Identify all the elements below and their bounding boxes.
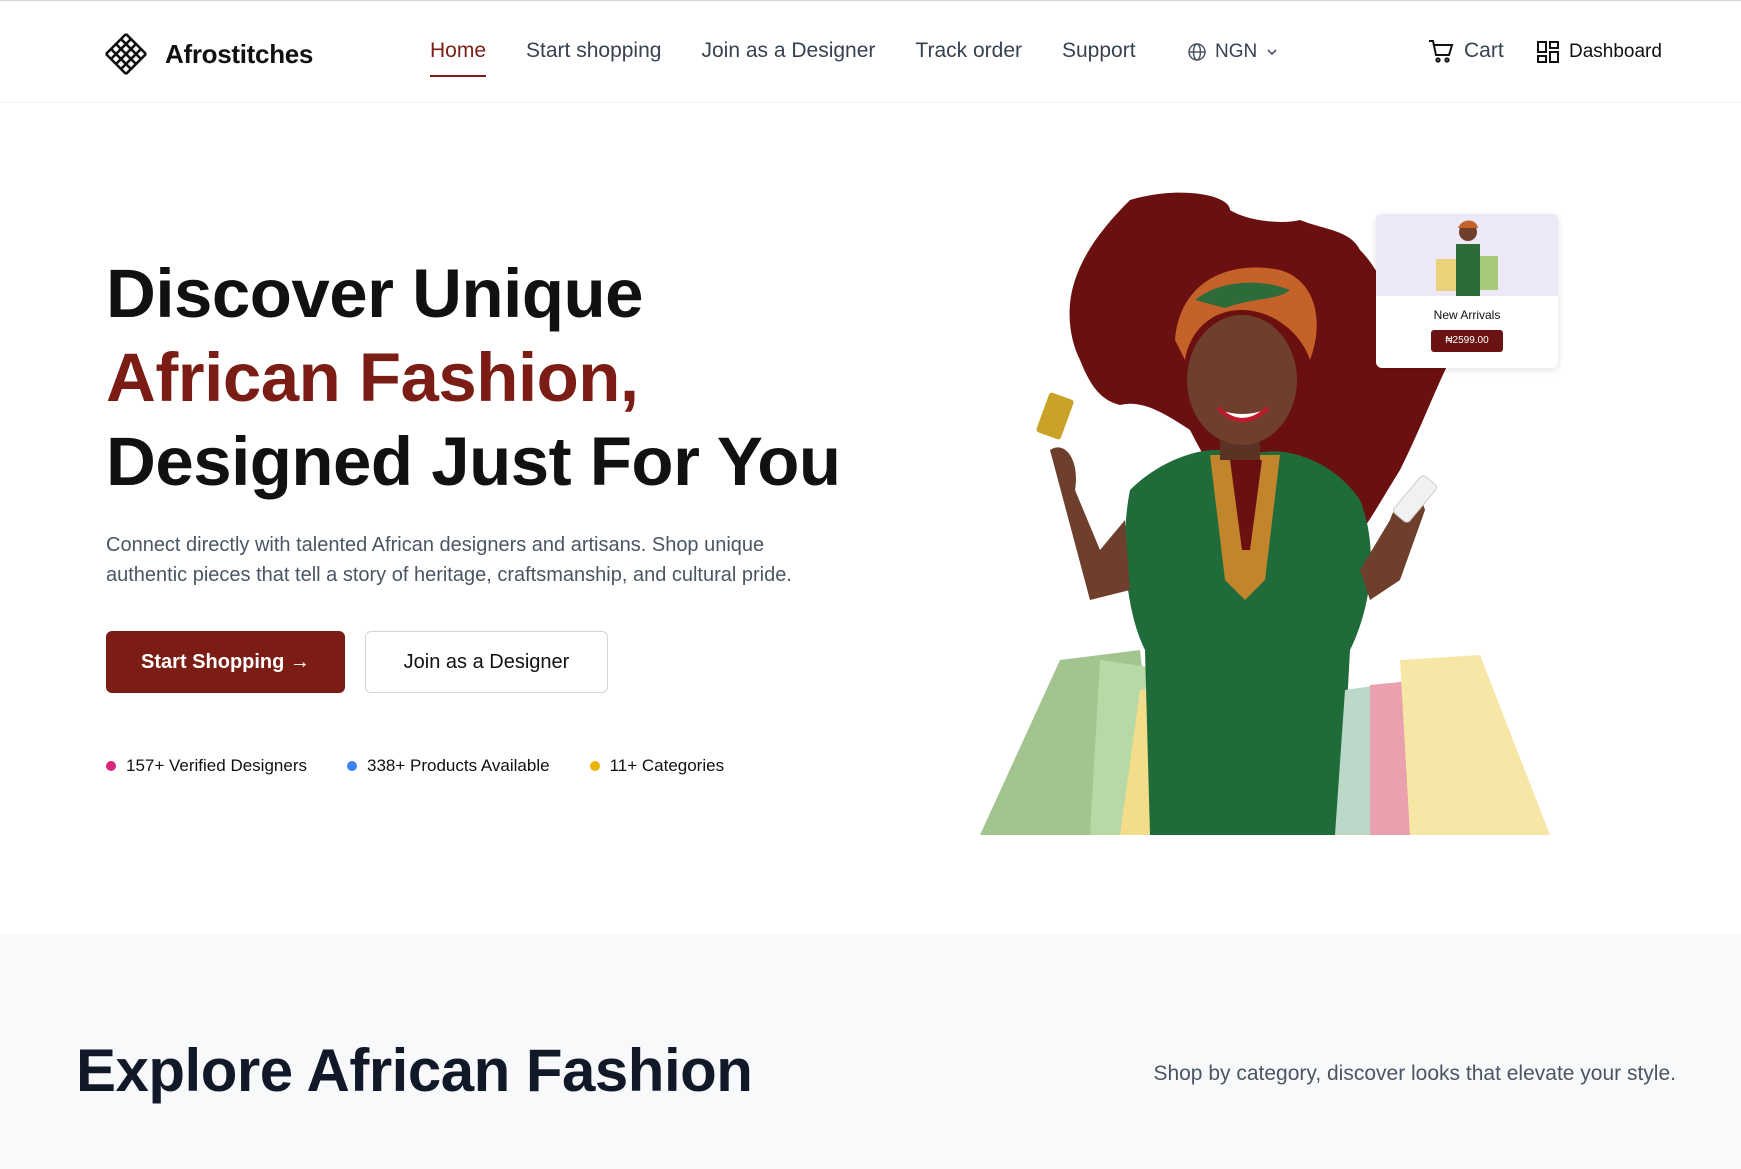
explore-title: Explore African Fashion (76, 1037, 753, 1104)
nav-support[interactable]: Support (1062, 39, 1136, 77)
nav-track-order[interactable]: Track order (915, 39, 1022, 77)
hero-stats: 157+ Verified Designers 338+ Products Av… (106, 756, 724, 776)
hero-title-line-1: Discover Unique (106, 255, 643, 332)
hero-title: Discover Unique African Fashion, Designe… (106, 252, 841, 504)
new-arrivals-title: New Arrivals (1433, 308, 1501, 322)
stat-designers-label: 157+ Verified Designers (126, 756, 307, 775)
dashboard-grid-icon (1537, 41, 1559, 63)
nav-home[interactable]: Home (430, 39, 487, 77)
credit-card-icon (1036, 392, 1074, 440)
site-header: Afrostitches Home Start shopping Join as… (0, 0, 1741, 103)
stat-categories: 11+ Categories (589, 756, 725, 776)
face (1187, 315, 1297, 445)
start-shopping-button[interactable]: Start Shopping → (106, 631, 345, 693)
currency-selector[interactable]: NGN (1187, 41, 1279, 63)
join-designer-button[interactable]: Join as a Designer (365, 631, 608, 693)
blue-dot-icon (346, 761, 357, 771)
hero-title-line-2: African Fashion, (106, 339, 639, 416)
main-nav: Home Start shopping Join as a Designer T… (430, 39, 1136, 77)
new-arrivals-price: ₦2599.00 (1431, 330, 1503, 352)
hero-title-line-3: Designed Just For You (106, 423, 841, 500)
dashboard-label: Dashboard (1569, 41, 1662, 62)
globe-icon (1188, 43, 1206, 61)
pink-dot-icon (106, 761, 116, 771)
cream-bag (1400, 655, 1550, 835)
model-thumbnail (1376, 214, 1558, 296)
cart-button[interactable]: Cart (1428, 39, 1504, 63)
hero-description: Connect directly with talented African d… (106, 534, 792, 586)
new-arrivals-card[interactable]: New Arrivals ₦2599.00 (1376, 214, 1558, 368)
new-arrivals-image (1376, 214, 1558, 296)
stat-products: 338+ Products Available (346, 756, 550, 776)
stat-designers: 157+ Verified Designers (106, 756, 307, 776)
stat-products-label: 338+ Products Available (366, 756, 550, 775)
left-arm (1050, 447, 1130, 600)
brand-name: Afrostitches (165, 38, 314, 69)
currency-value: NGN (1215, 41, 1258, 62)
explore-subtitle: Shop by category, discover looks that el… (1153, 1062, 1676, 1085)
stat-categories-label: 11+ Categories (609, 756, 725, 775)
cart-label: Cart (1464, 39, 1504, 62)
chevron-down-icon (1267, 49, 1277, 56)
nav-join-designer[interactable]: Join as a Designer (701, 39, 875, 77)
yellow-dot-icon (589, 761, 600, 771)
brand-logo[interactable]: Afrostitches (101, 31, 313, 77)
dashboard-button[interactable]: Dashboard (1537, 41, 1662, 63)
explore-section: Explore African Fashion Shop by category… (0, 934, 1741, 1169)
nav-start-shopping[interactable]: Start shopping (526, 39, 661, 77)
cart-icon (1429, 40, 1454, 63)
logo-icon (105, 33, 147, 75)
